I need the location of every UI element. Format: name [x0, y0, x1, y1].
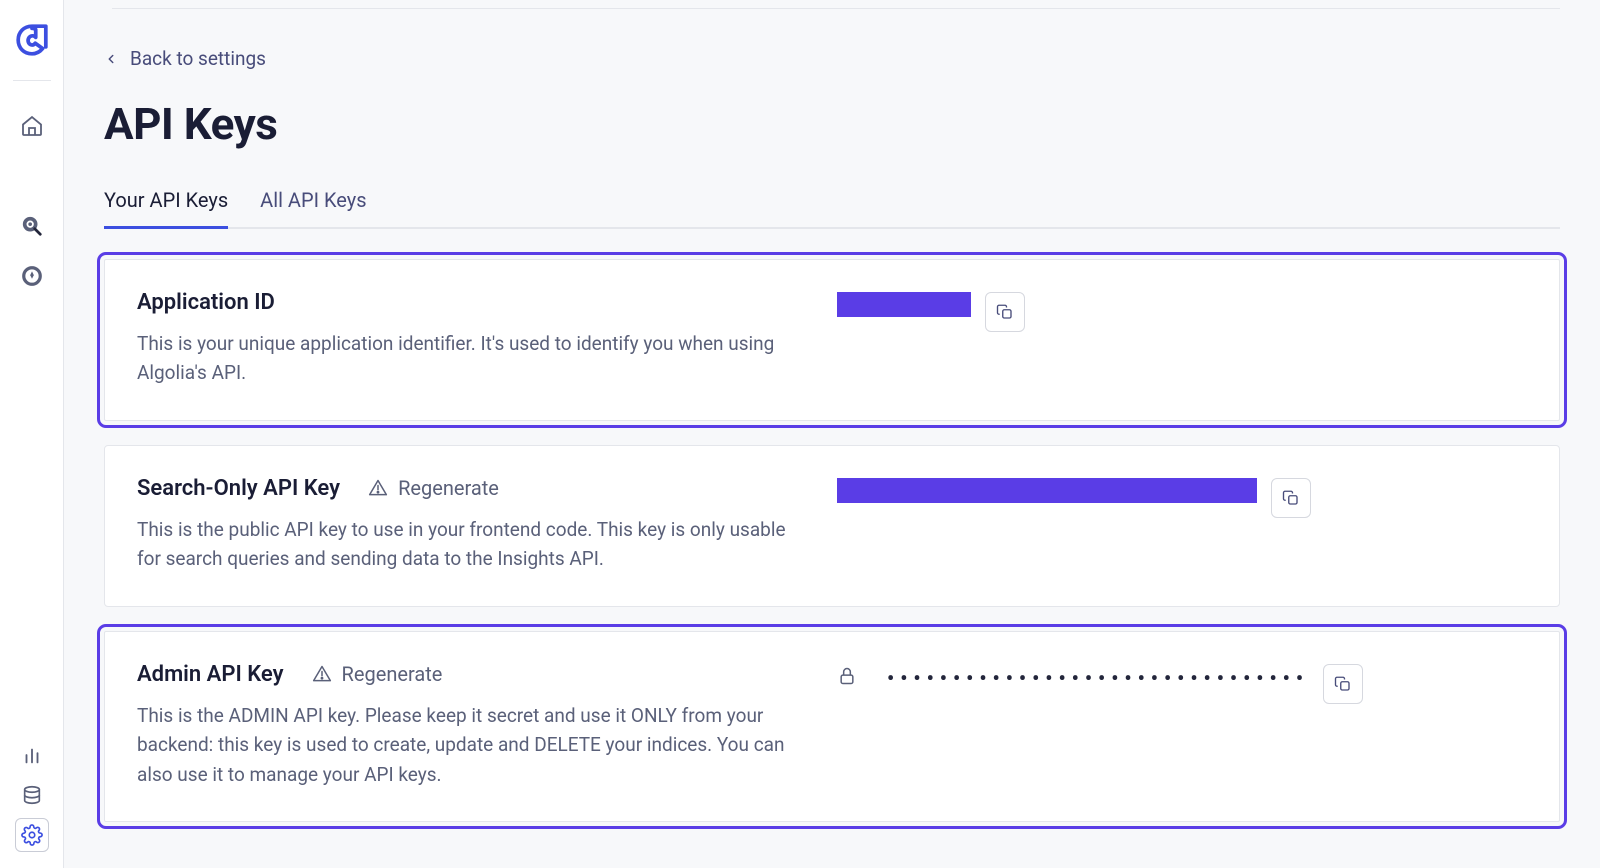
logo[interactable]	[12, 20, 52, 60]
warning-icon	[312, 664, 332, 684]
regenerate-search-key[interactable]: Regenerate	[368, 476, 499, 500]
regenerate-admin-key[interactable]: Regenerate	[312, 662, 443, 686]
lock-icon	[837, 664, 857, 686]
regenerate-label: Regenerate	[398, 476, 499, 500]
nav-analytics[interactable]	[15, 738, 49, 772]
main-content: Back to settings API Keys Your API Keys …	[64, 0, 1600, 868]
nav-search[interactable]	[15, 209, 49, 243]
search-key-value-redacted	[837, 478, 1257, 503]
top-border	[112, 8, 1560, 9]
card-search-only-key: Search-Only API Key Regenerate This is t…	[104, 445, 1560, 607]
copy-icon	[996, 303, 1014, 321]
divider	[13, 80, 51, 81]
nav-data[interactable]	[15, 778, 49, 812]
regenerate-label: Regenerate	[342, 662, 443, 686]
warning-icon	[368, 478, 388, 498]
card-desc-admin: This is the ADMIN API key. Please keep i…	[137, 701, 797, 789]
page-title: API Keys	[104, 98, 1560, 150]
card-desc-application-id: This is your unique application identifi…	[137, 329, 797, 388]
back-label: Back to settings	[130, 47, 266, 70]
nav-recommend[interactable]	[15, 259, 49, 293]
copy-search-key-button[interactable]	[1271, 478, 1311, 518]
nav-home[interactable]	[15, 109, 49, 143]
sidebar	[0, 0, 64, 868]
copy-icon	[1282, 489, 1300, 507]
chevron-left-icon	[104, 52, 118, 66]
application-id-value-redacted	[837, 292, 971, 317]
copy-admin-key-button[interactable]	[1323, 664, 1363, 704]
nav-settings[interactable]	[15, 818, 49, 852]
card-title-application-id: Application ID	[137, 290, 275, 315]
card-application-id: Application ID This is your unique appli…	[104, 259, 1560, 421]
back-to-settings-link[interactable]: Back to settings	[104, 47, 1560, 70]
tab-your-api-keys[interactable]: Your API Keys	[104, 188, 228, 229]
tab-all-api-keys[interactable]: All API Keys	[260, 188, 366, 229]
tabs: Your API Keys All API Keys	[104, 186, 1560, 229]
card-title-search-only: Search-Only API Key	[137, 476, 340, 501]
copy-icon	[1334, 675, 1352, 693]
admin-key-masked[interactable]: ••••••••••••••••••••••••••••••••	[887, 664, 1309, 690]
card-admin-key: Admin API Key Regenerate This is the ADM…	[104, 631, 1560, 822]
card-desc-search-only: This is the public API key to use in you…	[137, 515, 797, 574]
card-title-admin: Admin API Key	[137, 662, 284, 687]
copy-application-id-button[interactable]	[985, 292, 1025, 332]
